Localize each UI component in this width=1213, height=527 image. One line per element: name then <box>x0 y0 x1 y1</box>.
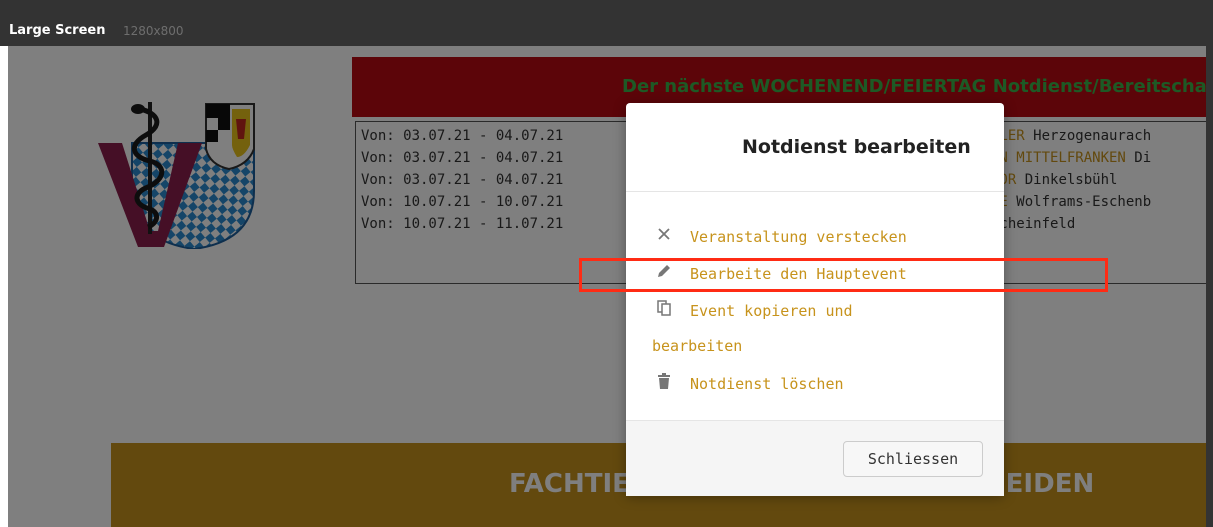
modal-footer: Schliessen <box>626 420 1004 496</box>
preview-resolution: 1280x800 <box>123 24 184 38</box>
hide-event-label: Veranstaltung verstecken <box>690 228 907 246</box>
annotation-highlight-box <box>579 258 1108 292</box>
preview-label: Large Screen <box>9 23 106 38</box>
hide-event-action[interactable]: Veranstaltung verstecken <box>652 226 907 246</box>
modal-header: Notdienst bearbeiten <box>626 103 1004 192</box>
close-icon <box>652 226 676 246</box>
copy-event-label: Event kopieren und <box>690 302 853 320</box>
preview-right-strip <box>1206 46 1213 527</box>
delete-emergency-action[interactable]: Notdienst löschen <box>652 373 844 393</box>
edit-emergency-modal: Notdienst bearbeiten Veranstaltung verst… <box>626 103 1004 496</box>
close-button[interactable]: Schliessen <box>843 441 983 477</box>
trash-icon <box>652 373 676 393</box>
delete-emergency-label: Notdienst löschen <box>690 375 844 393</box>
modal-title: Notdienst bearbeiten <box>742 136 971 158</box>
copy-icon <box>652 300 676 320</box>
copy-event-label-line2[interactable]: bearbeiten <box>652 337 742 355</box>
modal-body: Veranstaltung verstecken Bearbeite den H… <box>626 192 1004 420</box>
preview-topbar: Large Screen 1280x800 <box>0 0 1213 46</box>
copy-event-action[interactable]: Event kopieren und <box>652 300 853 320</box>
